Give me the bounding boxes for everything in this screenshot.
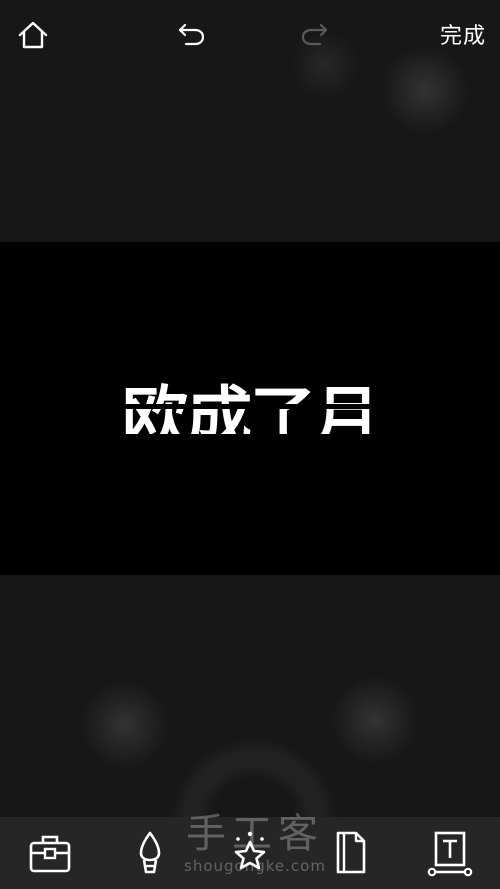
blur-spot [80,680,170,770]
blur-spot [330,675,420,765]
text-slice-effect [0,404,500,409]
undo-icon [178,23,205,46]
blur-ring [178,745,330,817]
redo-icon [301,23,328,46]
redo-button[interactable] [296,16,334,52]
bottom-toolbar [0,817,500,889]
sparkle-star-icon [234,831,266,870]
undo-button[interactable] [172,16,210,52]
done-button[interactable]: 完成 [440,18,486,50]
tool-brush[interactable] [122,827,178,879]
home-button[interactable] [14,16,52,54]
tool-effects[interactable] [222,827,278,879]
brush-icon [139,831,161,874]
text-box-icon [427,831,473,877]
briefcase-icon [29,835,71,873]
tool-text[interactable] [422,827,478,879]
page-icon [336,831,366,874]
bottom-background [0,575,500,817]
tool-briefcase[interactable] [22,827,78,879]
home-icon [18,21,48,49]
top-bar: 完成 [0,0,500,70]
tool-page[interactable] [322,827,378,879]
